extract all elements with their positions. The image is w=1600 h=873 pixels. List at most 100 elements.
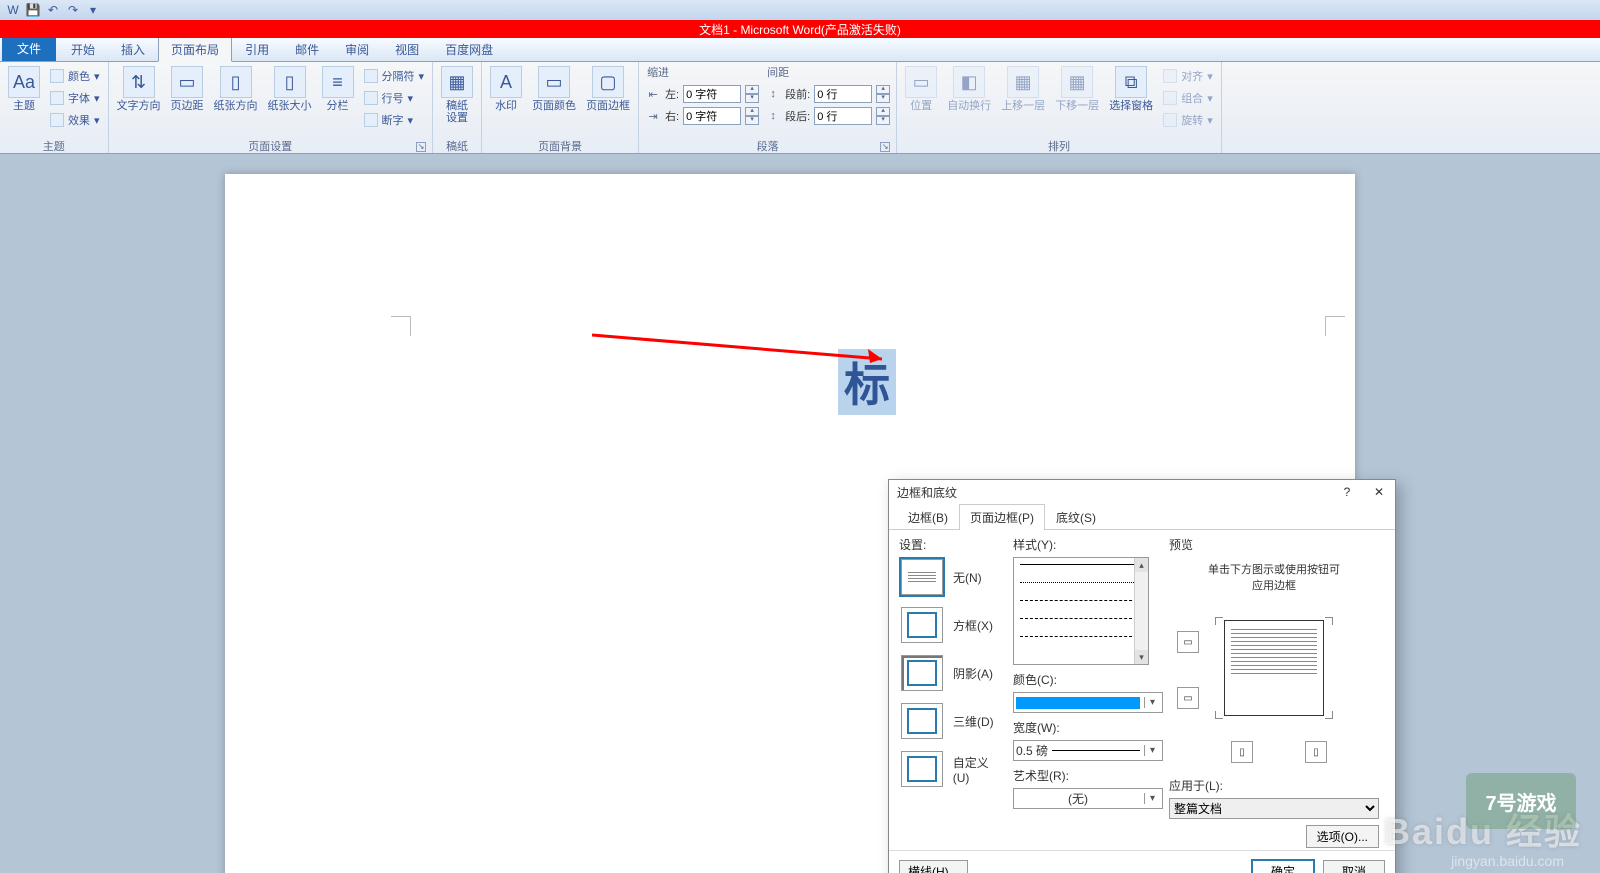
tab-references[interactable]: 引用 <box>232 36 282 61</box>
align-icon <box>1163 69 1177 83</box>
indent-left-input[interactable] <box>683 85 741 103</box>
backward-button[interactable]: ▦下移一层 <box>1051 64 1103 114</box>
page-setup-launcher[interactable]: ↘ <box>416 142 426 152</box>
dialog-title-bar[interactable]: 边框和底纹 ? ✕ <box>889 480 1395 504</box>
width-combo[interactable]: 0.5 磅▾ <box>1013 740 1163 761</box>
group-label-paper: 稿纸 <box>437 138 477 153</box>
setting-box[interactable]: 方框(X) <box>899 605 1007 645</box>
dialog-help-button[interactable]: ? <box>1335 483 1359 501</box>
preview-page[interactable] <box>1224 620 1324 716</box>
selection-icon: ⧉ <box>1115 66 1147 98</box>
themes-button[interactable]: Aa 主题 <box>4 64 44 114</box>
space-after-spinner[interactable]: ▴▾ <box>876 107 890 125</box>
style-scrollbar[interactable]: ▴▾ <box>1134 558 1148 664</box>
orientation-button[interactable]: ▯纸张方向 <box>210 64 262 114</box>
align-button[interactable]: 对齐 ▾ <box>1161 66 1215 86</box>
apply-to-label: 应用于(L): <box>1169 777 1379 794</box>
tab-view[interactable]: 视图 <box>382 36 432 61</box>
position-button[interactable]: ▭位置 <box>901 64 941 114</box>
group-button[interactable]: 组合 ▾ <box>1161 88 1215 108</box>
wrap-button[interactable]: ◧自动换行 <box>943 64 995 114</box>
text-direction-button[interactable]: ⇅文字方向 <box>113 64 165 114</box>
indent-left-spinner[interactable]: ▴▾ <box>745 85 759 103</box>
indent-right-spinner[interactable]: ▴▾ <box>745 107 759 125</box>
space-before-input[interactable] <box>814 85 872 103</box>
indent-right-input[interactable] <box>683 107 741 125</box>
group-themes: Aa 主题 颜色 ▾ 字体 ▾ 效果 ▾ 主题 <box>0 62 109 153</box>
setting-custom[interactable]: 自定义(U) <box>899 749 1007 789</box>
theme-effects-button[interactable]: 效果 ▾ <box>48 110 102 130</box>
preview-corner-tl <box>1215 617 1223 625</box>
columns-button[interactable]: ≡分栏 <box>318 64 358 114</box>
breaks-button[interactable]: 分隔符 ▾ <box>362 66 427 86</box>
word-icon: W <box>4 2 22 18</box>
tab-home[interactable]: 开始 <box>58 36 108 61</box>
dialog-close-button[interactable]: ✕ <box>1367 483 1391 501</box>
redo-icon[interactable]: ↷ <box>64 2 82 18</box>
save-icon[interactable]: 💾 <box>24 2 42 18</box>
dialog-tab-border[interactable]: 边框(B) <box>897 504 959 530</box>
hyphenation-button[interactable]: 断字 ▾ <box>362 110 427 130</box>
horizontal-line-button[interactable]: 横线(H)... <box>899 860 968 873</box>
selection-pane-button[interactable]: ⧉选择窗格 <box>1105 64 1157 114</box>
group-label-arrange: 排列 <box>901 138 1217 153</box>
size-button[interactable]: ▯纸张大小 <box>264 64 316 114</box>
tab-mailings[interactable]: 邮件 <box>282 36 332 61</box>
dialog-tab-shading[interactable]: 底纹(S) <box>1045 504 1107 530</box>
borders-shading-dialog: 边框和底纹 ? ✕ 边框(B) 页面边框(P) 底纹(S) 设置: 无(N) 方… <box>888 479 1396 873</box>
paragraph-launcher[interactable]: ↘ <box>880 142 890 152</box>
page-border-button[interactable]: ▢页面边框 <box>582 64 634 114</box>
space-after-row: ↕段后:▴▾ <box>765 106 890 126</box>
rotate-button[interactable]: 旋转 ▾ <box>1161 110 1215 130</box>
space-after-input[interactable] <box>814 107 872 125</box>
color-combo[interactable]: ▾ <box>1013 692 1163 713</box>
preview-top-border-button[interactable]: ▭ <box>1177 631 1199 653</box>
art-combo[interactable]: (无)▾ <box>1013 788 1163 809</box>
undo-icon[interactable]: ↶ <box>44 2 62 18</box>
tab-file[interactable]: 文件 <box>2 35 56 61</box>
watermark-button[interactable]: A水印 <box>486 64 526 114</box>
hyphen-icon <box>364 113 378 127</box>
space-before-row: ↕段前:▴▾ <box>765 84 890 104</box>
theme-colors-button[interactable]: 颜色 ▾ <box>48 66 102 86</box>
space-before-spinner[interactable]: ▴▾ <box>876 85 890 103</box>
dialog-tab-page-border[interactable]: 页面边框(P) <box>959 504 1045 530</box>
setting-none[interactable]: 无(N) <box>899 557 1007 597</box>
preview-bottom-border-button[interactable]: ▭ <box>1177 687 1199 709</box>
setting-3d[interactable]: 三维(D) <box>899 701 1007 741</box>
line-numbers-button[interactable]: 行号 ▾ <box>362 88 427 108</box>
preview-left-border-button[interactable]: ▯ <box>1231 741 1253 763</box>
margins-button[interactable]: ▭页边距 <box>167 64 208 114</box>
ok-button[interactable]: 确定 <box>1251 859 1315 873</box>
group-label-page-bg: 页面背景 <box>486 138 634 153</box>
setting-shadow[interactable]: 阴影(A) <box>899 653 1007 693</box>
options-button[interactable]: 选项(O)... <box>1306 825 1379 848</box>
theme-fonts-button[interactable]: 字体 ▾ <box>48 88 102 108</box>
palette-icon <box>50 69 64 83</box>
ribbon: Aa 主题 颜色 ▾ 字体 ▾ 效果 ▾ 主题 ⇅文字方向 ▭页边距 ▯纸张方向… <box>0 62 1600 154</box>
setting-3d-icon <box>901 703 943 739</box>
document-area: 标 边框和底纹 ? ✕ 边框(B) 页面边框(P) 底纹(S) 设置: 无(N)… <box>0 154 1600 873</box>
position-icon: ▭ <box>905 66 937 98</box>
tab-insert[interactable]: 插入 <box>108 36 158 61</box>
tab-baidu[interactable]: 百度网盘 <box>432 36 506 61</box>
watermark-url: jingyan.baidu.com <box>1451 853 1564 869</box>
qat-more-icon[interactable]: ▾ <box>84 2 102 18</box>
tab-page-layout[interactable]: 页面布局 <box>158 36 232 62</box>
group-paper: ▦稿纸 设置 稿纸 <box>433 62 482 153</box>
preview-label: 预览 <box>1169 536 1379 553</box>
page-color-button[interactable]: ▭页面颜色 <box>528 64 580 114</box>
rotate-icon <box>1163 113 1177 127</box>
setting-none-icon <box>901 559 943 595</box>
preview-right-border-button[interactable]: ▯ <box>1305 741 1327 763</box>
forward-button[interactable]: ▦上移一层 <box>997 64 1049 114</box>
cancel-button[interactable]: 取消 <box>1323 860 1385 873</box>
setting-shadow-icon <box>901 655 943 691</box>
apply-to-select[interactable]: 整篇文档 <box>1169 798 1379 819</box>
manuscript-button[interactable]: ▦稿纸 设置 <box>437 64 477 126</box>
text-direction-icon: ⇅ <box>123 66 155 98</box>
style-listbox[interactable]: ▴▾ <box>1013 557 1149 665</box>
backward-icon: ▦ <box>1061 66 1093 98</box>
document-text[interactable]: 标 <box>838 349 896 415</box>
tab-review[interactable]: 审阅 <box>332 36 382 61</box>
